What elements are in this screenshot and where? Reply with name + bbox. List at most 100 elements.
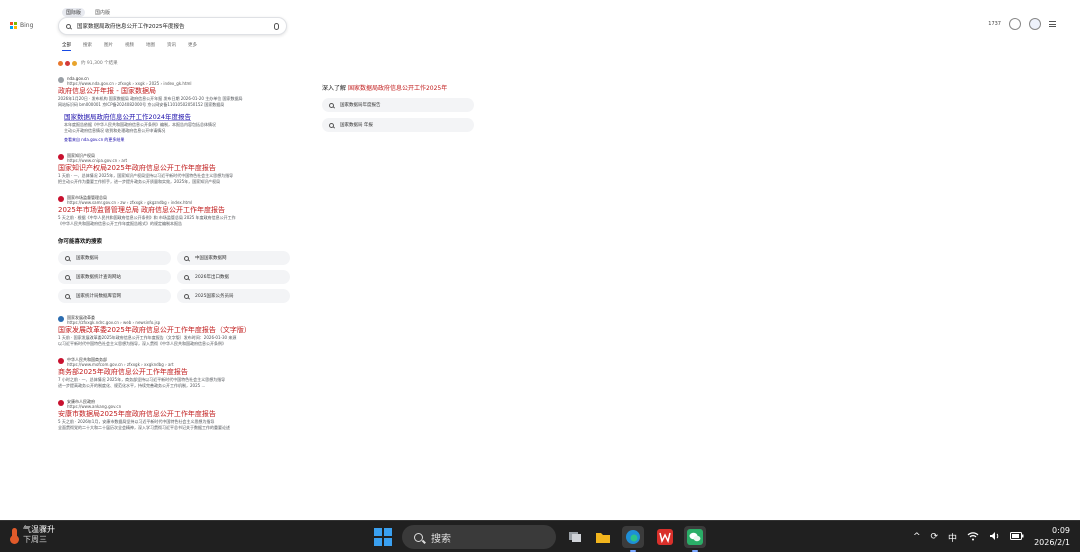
more-results-link[interactable]: 查看来自 nda.gov.cn 的更多结果 [64,137,290,143]
system-tray: ^ ⟳ 中 0:09 2026/2/1 [913,525,1070,549]
wps-icon[interactable] [654,526,676,548]
clock[interactable]: 0:09 2026/2/1 [1034,525,1070,549]
search-icon [184,255,189,261]
copilot-icon [58,60,63,66]
tab-images[interactable]: 图片 [104,42,113,51]
weather-widget[interactable]: 气温骤升 下周三 [10,525,55,545]
tab-search[interactable]: 搜索 [83,42,92,51]
result-item: 中华人民共和国商务部 https://www.mofcom.gov.cn › z… [58,357,290,389]
nav-tabs: 全部 搜索 图片 视频 地图 资讯 更多 [62,42,197,51]
logo-text: Bing [20,22,34,29]
result-title[interactable]: 安康市数据局2025年度政府信息公开工作年度报告 [58,409,290,419]
panel-title: 深入了解 国家数据局政府信息公开工作2025年 [322,83,474,92]
taskbar: 气温骤升 下周三 搜索 ^ ⟳ 中 0:09 2026/2/1 [0,520,1080,552]
result-title[interactable]: 商务部2025年政府信息公开工作年度报告 [58,367,290,377]
file-explorer-icon[interactable] [592,526,614,548]
volume-icon[interactable] [989,531,1000,544]
screen: Bing 国际版 国内版 国家数据局政府信息公开工作2025年度报告 全部 搜索… [0,0,1080,552]
results-column: 约 91,300 个结果 nda.gov.cn https://www.nda.… [58,60,290,441]
search-box[interactable]: 国家数据局政府信息公开工作2025年度报告 [58,17,287,35]
start-button[interactable] [374,528,392,546]
result-snippet: 《中华人民共和国政府信息公开工作年度报告格式》的规定编制本报告 [58,221,182,226]
task-view-icon[interactable] [564,526,586,548]
sublink-title[interactable]: 国家数据局政府信息公开工作2024年度报告 [64,112,290,122]
search-icon [65,293,70,299]
search-icon [329,102,334,108]
related-search-chip[interactable]: 国家数据统计查询网站 [58,270,171,284]
search-icon [65,255,70,261]
rewards-icon[interactable] [1009,18,1021,30]
result-snippet: 网站标识码 bm000001 京ICP备2024082000号 京公网安备110… [58,102,225,107]
emblem-favicon-icon [58,358,64,364]
related-search-label: 2026年出口数据 [195,275,229,280]
emblem-favicon-icon [58,400,64,406]
bing-logo-icon [10,22,17,29]
emblem-favicon-icon [58,154,64,160]
explore-chip-label: 国家数据局 年报 [340,123,373,128]
result-item: 安康市人民政府 https://www.ankang.gov.cn 安康市数据局… [58,399,290,431]
result-title[interactable]: 2025年市场监督管理总局 政府信息公开工作年度报告 [58,205,290,215]
result-title[interactable]: 国家知识产权局2025年政府信息公开工作年度报告 [58,163,290,173]
result-title[interactable]: 政府信息公开年报 - 国家数据局 [58,86,290,96]
result-item: nda.gov.cn https://www.nda.gov.cn › zfxx… [58,76,290,143]
result-snippet: 以习近平新时代中国特色社会主义思想为指导，深入贯彻《中华人民共和国政府信息公开条… [58,341,226,346]
battery-icon[interactable] [1010,531,1024,543]
result-item: 国家知识产权局 https://www.cnipa.gov.cn › art 国… [58,153,290,185]
search-icon [65,274,70,280]
panel-topic: 国家数据局政府信息公开工作2025年 [347,85,448,92]
ime-indicator[interactable]: 中 [948,531,957,544]
sync-icon[interactable]: ⟳ [931,532,939,542]
weather-subtitle: 下周三 [23,535,47,544]
menu-icon[interactable] [1049,21,1056,27]
tab-all[interactable]: 全部 [62,42,71,51]
related-search-chip[interactable]: 国家统计局数据库官网 [58,289,171,303]
header-right: 1737 [988,18,1056,30]
emblem-favicon-icon [58,196,64,202]
clock-time: 0:09 [1052,526,1070,535]
explore-chip-label: 国家数据局年度报告 [340,103,381,108]
related-search-chip[interactable]: 2026年出口数据 [177,270,290,284]
tab-more[interactable]: 更多 [188,42,197,51]
result-count: 约 91,300 个结果 [58,60,290,66]
related-searches: 国家数据局 中国国家数据网 国家数据统计查询网站 2026年出口数据 国家统计局… [58,251,290,303]
result-snippet: 全面贯彻党的二十大和二十届历次全会精神，深入学习贯彻习近平总书记关于数据工作的重… [58,425,230,430]
scope-tabs: 国际版 国内版 [62,8,114,17]
related-search-label: 国家统计局数据库官网 [76,294,121,299]
result-item: 国家市场监督管理总局 https://www.samr.gov.cn › zw … [58,195,290,227]
related-searches-heading: 你可能喜欢的搜索 [58,239,103,245]
panel-prefix: 深入了解 [322,85,347,92]
avatar[interactable] [1029,18,1041,30]
search-icon [414,532,423,542]
sublink-snippet: 主动公开政府信息情况 收到和处理政府信息公开申请情况 [64,128,166,133]
related-search-label: 国家数据局 [76,256,99,261]
scope-tab-cn[interactable]: 国内版 [91,8,114,17]
related-search-chip[interactable]: 国家数据局 [58,251,171,265]
related-search-chip[interactable]: 2025国家公务员局 [177,289,290,303]
search-input[interactable]: 国家数据局政府信息公开工作2025年度报告 [77,22,268,30]
scope-tab-intl[interactable]: 国际版 [62,8,86,17]
taskbar-search-label: 搜索 [431,533,451,545]
result-sublink: 国家数据局政府信息公开工作2024年度报告 本年度报告依据《中华人民共和国政府信… [64,112,290,134]
related-search-chip[interactable]: 中国国家数据网 [177,251,290,265]
wifi-icon[interactable] [967,531,979,544]
microphone-icon[interactable] [274,22,279,30]
site-favicon-icon [58,316,64,322]
thermometer-icon [10,528,19,544]
clock-date: 2026/2/1 [1034,538,1070,547]
explore-chip[interactable]: 国家数据局年度报告 [322,98,474,112]
tab-maps[interactable]: 地图 [146,42,155,51]
tab-videos[interactable]: 视频 [125,42,134,51]
related-search-label: 2025国家公务员局 [195,294,234,299]
copilot-icon-2 [65,60,70,66]
chevron-up-icon[interactable]: ^ [913,532,921,542]
wechat-icon[interactable] [684,526,706,552]
result-snippet: 进一步提高政务公开的制度化、规范化水平，持续完善政务公开工作机制，2025 ..… [58,383,206,388]
edge-browser-icon[interactable] [622,526,644,552]
related-search-label: 国家数据统计查询网站 [76,275,121,280]
tab-news[interactable]: 资讯 [167,42,176,51]
explore-chip[interactable]: 国家数据局 年报 [322,118,474,132]
rewards-points[interactable]: 1737 [988,21,1001,27]
result-title[interactable]: 国家发展改革委2025年政府信息公开工作年度报告（文字版） [58,325,290,335]
bing-logo[interactable]: Bing [10,22,33,29]
taskbar-search[interactable]: 搜索 [402,525,556,549]
